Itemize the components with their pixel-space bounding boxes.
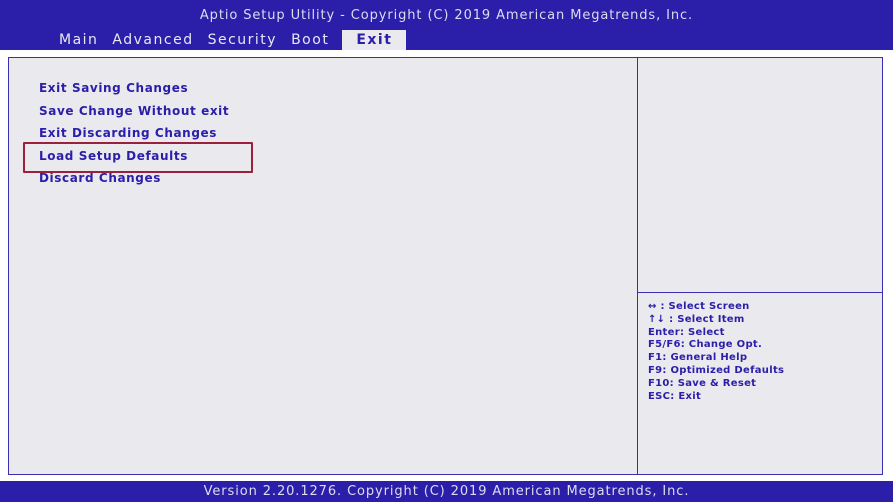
tab-bar: Main Advanced Security Boot Exit (52, 30, 407, 50)
footer-bar: Version 2.20.1276. Copyright (C) 2019 Am… (0, 481, 893, 502)
panel-divider-vertical (637, 58, 638, 474)
tab-security[interactable]: Security (201, 30, 285, 50)
menu-item-exit-discarding-changes[interactable]: Exit Discarding Changes (39, 125, 229, 148)
help-line-select-item: ↑↓ : Select Item (648, 313, 745, 325)
menu-item-exit-saving-changes[interactable]: Exit Saving Changes (39, 80, 229, 103)
key-help-list: ↔ : Select Screen ↑↓ : Select Item Enter… (648, 301, 784, 403)
tab-boot[interactable]: Boot (284, 30, 336, 50)
help-line-enter: Enter: Select (648, 326, 725, 338)
help-line-general-help: F1: General Help (648, 352, 748, 364)
app-title: Aptio Setup Utility - Copyright (C) 2019… (199, 8, 694, 23)
tab-main[interactable]: Main (52, 30, 105, 50)
menu-item-load-setup-defaults[interactable]: Load Setup Defaults (39, 148, 229, 171)
menu-item-save-change-without-exit[interactable]: Save Change Without exit (39, 103, 229, 126)
panel-divider-horizontal (638, 292, 883, 293)
help-line-select-screen: ↔ : Select Screen (648, 301, 750, 312)
help-line-change-opt: F5/F6: Change Opt. (648, 339, 763, 351)
help-line-save-reset: F10: Save & Reset (648, 377, 757, 389)
tab-exit[interactable]: Exit (342, 30, 407, 50)
menu-item-discard-changes[interactable]: Discard Changes (39, 170, 229, 193)
help-line-esc-exit: ESC: Exit (648, 390, 702, 402)
help-line-optimized-defaults: F9: Optimized Defaults (648, 364, 785, 376)
main-panel: Exit Saving Changes Save Change Without … (8, 57, 883, 475)
exit-menu: Exit Saving Changes Save Change Without … (39, 80, 229, 193)
tab-advanced[interactable]: Advanced (105, 30, 200, 50)
header-bar: Aptio Setup Utility - Copyright (C) 2019… (0, 0, 893, 50)
